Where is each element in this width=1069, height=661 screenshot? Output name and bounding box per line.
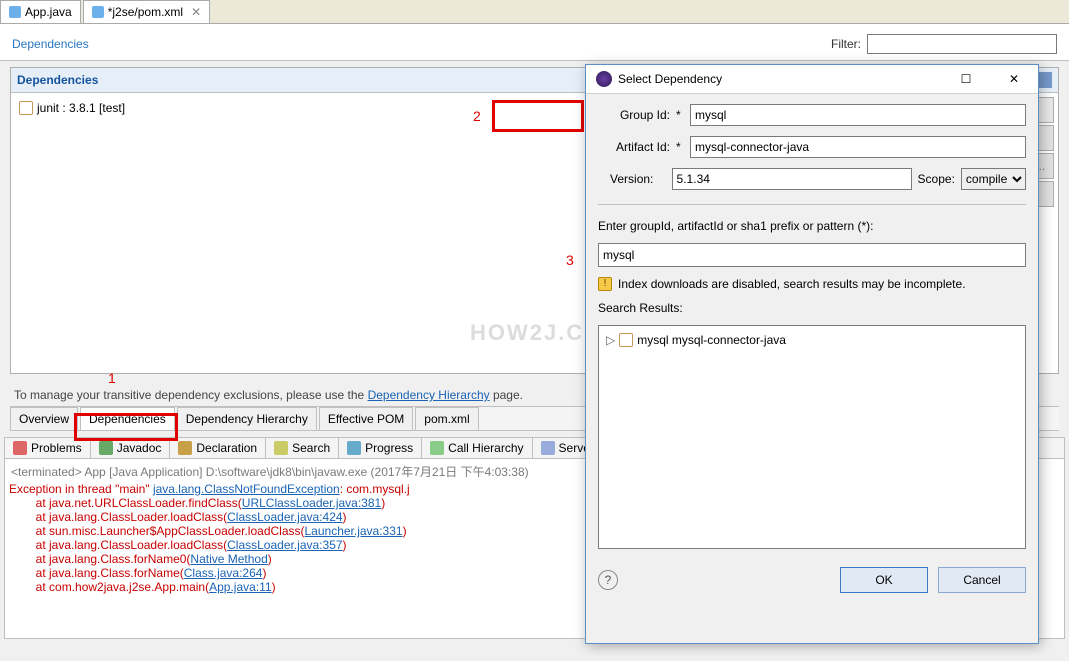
close-icon[interactable]: ✕: [191, 5, 201, 19]
tab-dep-hierarchy[interactable]: Dependency Hierarchy: [177, 407, 317, 430]
search-input[interactable]: [598, 243, 1026, 267]
tab-pom-xml[interactable]: pom.xml: [415, 407, 478, 430]
javadoc-icon: [99, 441, 113, 455]
editor-tab-bar: App.java *j2se/pom.xml ✕: [0, 0, 1069, 24]
warning-row: ! Index downloads are disabled, search r…: [598, 277, 1026, 291]
stack-link[interactable]: URLClassLoader.java:381: [242, 496, 381, 510]
progress-icon: [347, 441, 361, 455]
tab-label: *j2se/pom.xml: [108, 5, 183, 19]
filter-label: Filter:: [831, 37, 861, 51]
search-results-list[interactable]: ▷ mysql mysql-connector-java: [598, 325, 1026, 549]
required-asterisk: *: [676, 108, 684, 122]
help-icon[interactable]: ?: [598, 570, 618, 590]
scope-label: Scope:: [918, 172, 955, 186]
divider: [598, 204, 1026, 205]
stack-link[interactable]: Class.java:264: [184, 566, 263, 580]
results-label: Search Results:: [598, 301, 1026, 315]
tab-effective-pom[interactable]: Effective POM: [319, 407, 413, 430]
view-progress[interactable]: Progress: [339, 438, 422, 458]
ok-button[interactable]: OK: [840, 567, 928, 593]
search-label: Enter groupId, artifactId or sha1 prefix…: [598, 219, 1026, 233]
dialog-title-bar: Select Dependency ☐ ✕: [586, 65, 1038, 94]
stack-link[interactable]: Launcher.java:331: [305, 524, 403, 538]
view-problems[interactable]: Problems: [5, 438, 91, 458]
view-call-hierarchy[interactable]: Call Hierarchy: [422, 438, 532, 458]
stack-link[interactable]: ClassLoader.java:424: [227, 510, 342, 524]
stack-link[interactable]: Native Method: [190, 552, 267, 566]
select-dependency-dialog: Select Dependency ☐ ✕ Group Id: * Artifa…: [585, 64, 1039, 644]
close-icon[interactable]: ✕: [1000, 72, 1028, 86]
servers-icon: [541, 441, 555, 455]
annotation-label-3: 3: [566, 252, 574, 268]
eclipse-icon: [596, 71, 612, 87]
dialog-title: Select Dependency: [618, 72, 722, 86]
group-id-input[interactable]: [690, 104, 1026, 126]
dep-label: junit : 3.8.1 [test]: [37, 101, 125, 115]
exception-link[interactable]: java.lang.ClassNotFoundException: [153, 482, 340, 496]
artifact-id-row: Artifact Id: *: [598, 136, 1026, 158]
version-input[interactable]: [672, 168, 912, 190]
view-javadoc[interactable]: Javadoc: [91, 438, 171, 458]
result-item[interactable]: ▷ mysql mysql-connector-java: [603, 330, 1021, 350]
view-declaration[interactable]: Declaration: [170, 438, 266, 458]
scope-select[interactable]: compile: [961, 168, 1026, 190]
search-icon: [274, 441, 288, 455]
panel-title: Dependencies: [17, 73, 98, 87]
required-asterisk: *: [676, 140, 684, 154]
declaration-icon: [178, 441, 192, 455]
jar-icon: [19, 101, 33, 115]
page-title-bar: Dependencies Filter:: [0, 24, 1069, 61]
page-title: Dependencies: [12, 37, 89, 51]
stack-link[interactable]: App.java:11: [209, 580, 272, 594]
annotation-label-1: 1: [108, 370, 116, 386]
dep-hierarchy-link[interactable]: Dependency Hierarchy: [368, 388, 490, 402]
maximize-icon[interactable]: ☐: [952, 72, 980, 86]
problems-icon: [13, 441, 27, 455]
stack-link[interactable]: ClassLoader.java:357: [227, 538, 342, 552]
artifact-id-input[interactable]: [690, 136, 1026, 158]
filter-input[interactable]: [867, 34, 1057, 54]
call-hierarchy-icon: [430, 441, 444, 455]
dialog-footer: ? OK Cancel: [586, 559, 1038, 605]
maven-file-icon: [92, 6, 104, 18]
tab-app-java[interactable]: App.java: [0, 0, 81, 23]
version-label: Version:: [598, 172, 653, 186]
group-id-row: Group Id: *: [598, 104, 1026, 126]
filter-row: Filter:: [831, 34, 1057, 54]
artifact-id-label: Artifact Id:: [598, 140, 670, 154]
result-label: mysql mysql-connector-java: [637, 333, 786, 347]
cancel-button[interactable]: Cancel: [938, 567, 1026, 593]
warning-text: Index downloads are disabled, search res…: [618, 277, 966, 291]
tab-label: App.java: [25, 5, 72, 19]
warning-icon: !: [598, 277, 612, 291]
group-id-label: Group Id:: [598, 108, 670, 122]
annotation-label-2: 2: [473, 108, 481, 124]
jar-icon: [619, 333, 633, 347]
version-row: Version: Scope: compile: [598, 168, 1026, 190]
tab-dependencies[interactable]: Dependencies: [80, 407, 175, 430]
tab-overview[interactable]: Overview: [10, 407, 78, 430]
view-search[interactable]: Search: [266, 438, 339, 458]
java-file-icon: [9, 6, 21, 18]
tab-pom-xml[interactable]: *j2se/pom.xml ✕: [83, 0, 210, 23]
expand-icon[interactable]: ▷: [606, 333, 615, 347]
